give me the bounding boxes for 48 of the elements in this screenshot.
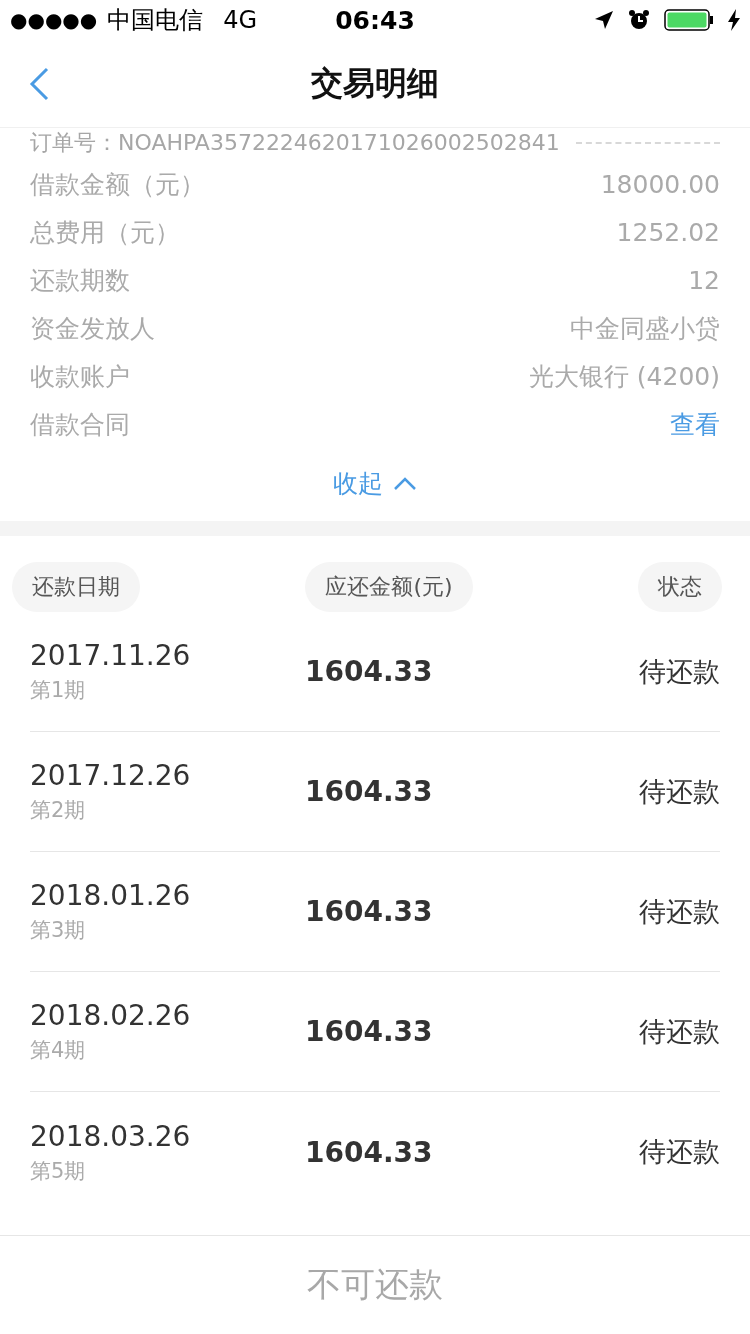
period-label: 第5期 [30, 1157, 87, 1185]
payment-status: 待还款 [639, 1014, 720, 1049]
carrier-name: 中国电信 [107, 5, 204, 36]
detail-label: 借款金额（元） [30, 168, 205, 201]
payment-status: 待还款 [639, 774, 720, 809]
battery-icon [664, 8, 714, 32]
amount-due: 1604.33 [305, 895, 434, 928]
order-number: 订单号：NOAHPA3572224620171026002502841 [30, 129, 560, 157]
amount-due: 1604.33 [305, 655, 434, 688]
clock-time: 06:43 [335, 5, 415, 35]
due-date: 2017.12.26 [30, 759, 192, 792]
due-date: 2017.11.26 [30, 639, 192, 672]
amount-due: 1604.33 [305, 775, 434, 808]
column-header: 应还金额(元) [305, 562, 473, 612]
alarm-clock-icon [628, 9, 650, 31]
detail-label: 还款期数 [30, 264, 130, 297]
signal-strength: ●●●●● [10, 8, 98, 32]
view-contract-link[interactable]: 查看 [670, 407, 720, 441]
detail-value: 18000.00 [600, 169, 720, 199]
detail-value: 光大银行 (4200) [528, 360, 720, 393]
period-label: 第3期 [30, 917, 87, 944]
payment-status: 待还款 [639, 1135, 720, 1169]
due-date: 2018.03.26 [30, 1119, 192, 1153]
due-date: 2018.01.26 [30, 879, 192, 912]
detail-label: 借款合同 [30, 408, 130, 441]
payment-status: 待还款 [639, 894, 720, 929]
detail-value: 1252.02 [616, 217, 720, 247]
period-label: 第1期 [30, 677, 87, 704]
amount-due: 1604.33 [305, 1015, 434, 1048]
charging-bolt-icon [728, 9, 740, 31]
page-title: 交易明细 [311, 62, 439, 104]
detail-value: 中金同盛小贷 [570, 312, 720, 345]
detail-label: 收款账户 [30, 360, 130, 393]
column-header: 状态 [638, 562, 722, 612]
network-type: 4G [223, 6, 258, 34]
detail-label: 总费用（元） [30, 216, 180, 249]
due-date: 2018.02.26 [30, 999, 192, 1032]
period-label: 第4期 [30, 1037, 87, 1064]
chevron-up-icon [393, 476, 417, 491]
payment-status: 待还款 [639, 654, 720, 689]
location-arrow-icon [594, 10, 614, 30]
detail-label: 资金发放人 [30, 312, 155, 345]
column-header: 还款日期 [12, 562, 140, 612]
collapse-button[interactable]: 收起 [327, 466, 423, 501]
back-chevron-icon [29, 67, 49, 101]
amount-due: 1604.33 [305, 1135, 434, 1169]
detail-value: 12 [688, 265, 720, 295]
period-label: 第2期 [30, 797, 87, 824]
